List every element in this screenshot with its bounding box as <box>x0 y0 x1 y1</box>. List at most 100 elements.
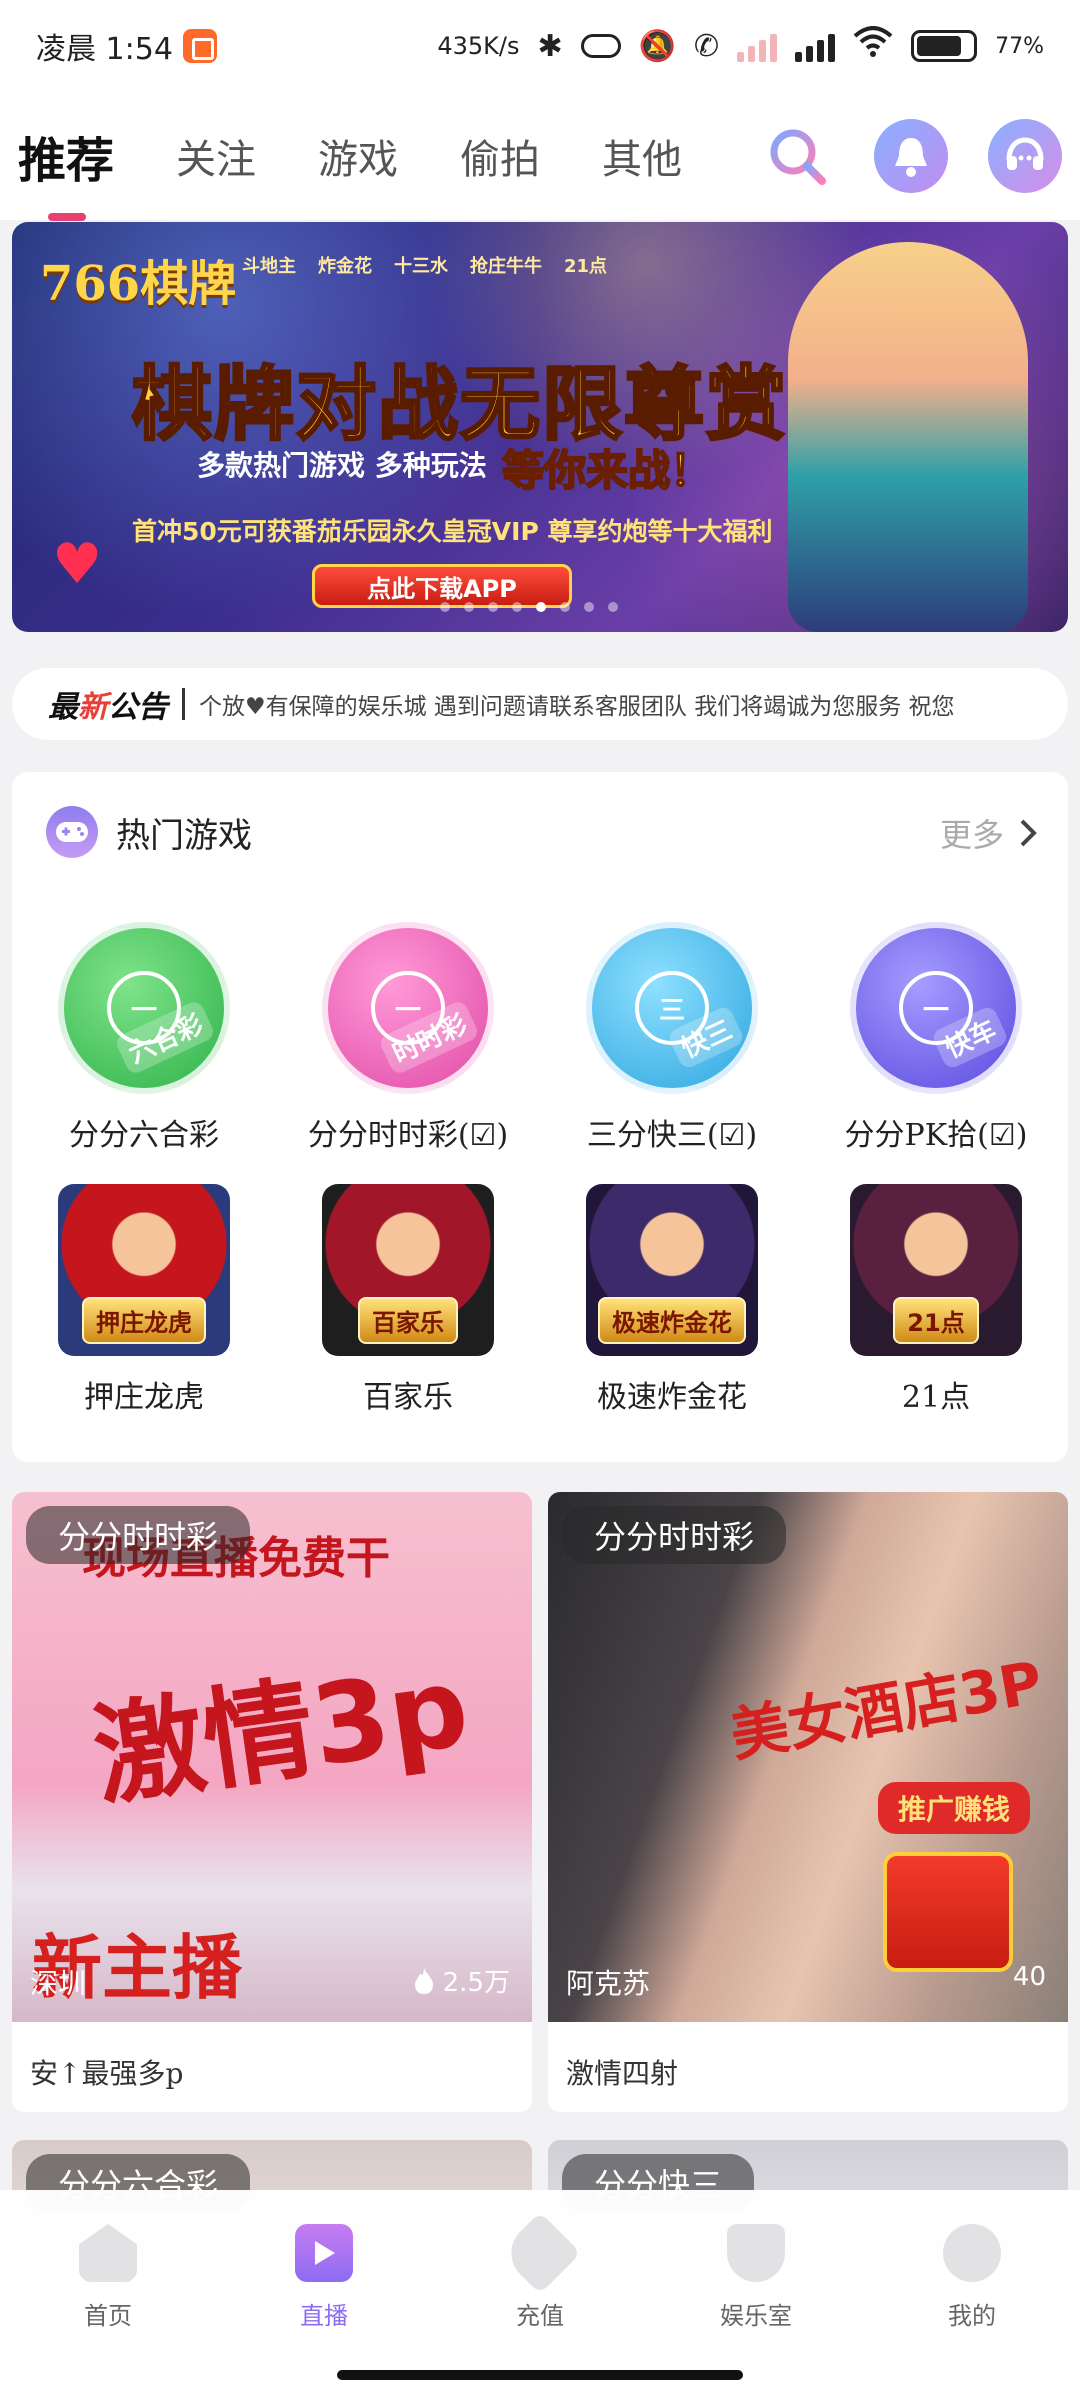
game-item[interactable]: 三 快三 三分快三(☑) <box>540 922 804 1154</box>
trophy-icon <box>727 2224 785 2282</box>
status-time-group: 凌晨 1:54 <box>36 24 217 68</box>
banner-tag: 抢庄牛牛 <box>470 256 542 277</box>
banner-tags: 斗地主 炸金花 十三水 抢庄牛牛 21点 <box>242 252 682 278</box>
announcement-label: 最新公告 <box>48 690 168 725</box>
game-item[interactable]: 押庄龙虎 押庄龙虎 <box>12 1184 276 1416</box>
vibrate-icon <box>580 34 621 58</box>
mute-icon: 🔕 <box>638 28 676 64</box>
tab-recommend[interactable]: 推荐 <box>18 121 114 221</box>
home-icon <box>79 2224 137 2282</box>
banner-tag: 21点 <box>564 256 608 277</box>
banner-tag: 斗地主 <box>242 256 296 277</box>
nav-label: 直播 <box>300 2302 348 2330</box>
lottery-logo-icon: 一 快车 <box>850 922 1022 1094</box>
carousel-dot[interactable] <box>608 602 618 612</box>
promo-badge: 推广赚钱 <box>878 1782 1031 1834</box>
game-item[interactable]: 一 快车 分分PK拾(☑) <box>804 922 1068 1154</box>
notification-button[interactable] <box>874 119 948 193</box>
live-caption: 安↑最强多p <box>30 2057 184 2090</box>
streamer-city: 阿克苏 <box>566 1967 651 2000</box>
nav-home[interactable]: 首页 <box>28 2224 188 2400</box>
game-cover-image: 极速炸金花 <box>586 1184 758 1356</box>
smile-icon <box>943 2224 1001 2282</box>
tv-play-icon <box>295 2224 353 2282</box>
streamer-city: 深圳 <box>30 1967 87 2000</box>
game-item[interactable]: 21点 21点 <box>804 1184 1068 1416</box>
lottery-logo-icon: 一 六合彩 <box>58 922 230 1094</box>
game-cover-image: 百家乐 <box>322 1184 494 1356</box>
support-icon <box>1006 137 1044 170</box>
game-name: 分分时时彩(☑) <box>307 1118 509 1153</box>
lottery-logo-icon: 一 时时彩 <box>322 922 494 1094</box>
flame-icon <box>414 1967 433 1994</box>
gamepad-icon <box>46 806 98 858</box>
live-caption: 激情四射 <box>566 2057 679 2090</box>
game-name: 极速炸金花 <box>597 1380 747 1415</box>
app-screen: 凌晨 1:54 435K/s ✱ 🔕 ✆ 77% 推荐 关注 游戏 偷拍 其他 <box>0 0 1080 2400</box>
promo-banner[interactable]: 766棋牌 斗地主 炸金花 十三水 抢庄牛牛 21点 棋牌对战无限尊赏 多款热门… <box>12 222 1068 632</box>
nav-profile[interactable]: 我的 <box>892 2224 1052 2400</box>
nav-label: 首页 <box>84 2302 132 2330</box>
viewer-count: 2.5万 <box>413 1962 510 1999</box>
game-name: 分分PK拾(☑) <box>844 1118 1028 1153</box>
game-name: 押庄龙虎 <box>84 1380 204 1415</box>
bluetooth-icon: ✱ <box>537 28 563 64</box>
games-grid: 一 六合彩 分分六合彩 一 时时彩 分分时时彩(☑) 三 快三 三分快三(☑) <box>12 922 1068 1416</box>
more-link[interactable]: 更多 <box>940 810 1038 856</box>
game-cover-image: 21点 <box>850 1184 1022 1356</box>
game-item[interactable]: 百家乐 百家乐 <box>276 1184 540 1416</box>
carousel-dot[interactable] <box>440 602 450 612</box>
live-card[interactable]: 美女酒店3P 推广赚钱 分分时时彩 阿克苏 40 激情四射 <box>548 1492 1068 2112</box>
announcement-text: 个放♥有保障的娱乐城 遇到问题请联系客服团队 我们将竭诚为您服务 祝您 <box>199 694 955 720</box>
game-name: 分分六合彩 <box>69 1118 219 1153</box>
banner-subtitle: 多款热门游戏 多种玩法 <box>197 449 487 482</box>
carousel-indicator <box>440 602 618 612</box>
status-time: 凌晨 1:54 <box>36 32 173 67</box>
nav-label: 娱乐室 <box>720 2302 792 2330</box>
carousel-dot[interactable] <box>560 602 570 612</box>
announcement-bar[interactable]: 最新公告 个放♥有保障的娱乐城 遇到问题请联系客服团队 我们将竭诚为您服务 祝您 <box>12 668 1068 740</box>
banner-tag: 十三水 <box>394 256 448 277</box>
live-card[interactable]: 现场直播免费干 激情3p 新主播 分分时时彩 深圳 2.5万 安↑最强多p <box>12 1492 532 2112</box>
home-indicator[interactable] <box>337 2370 743 2380</box>
nav-label: 充值 <box>516 2302 564 2330</box>
banner-slogan: 等你来战！ <box>501 445 713 496</box>
carousel-dot[interactable] <box>488 602 498 612</box>
banner-logo: 766棋牌 <box>40 256 237 312</box>
tab-sneak[interactable]: 偷拍 <box>460 127 540 185</box>
banner-promo-text: 首冲50元可获番茄乐园永久皇冠VIP 尊享约炮等十大福利 <box>132 517 773 546</box>
status-right: 435K/s ✱ 🔕 ✆ 77% <box>437 26 1044 66</box>
support-button[interactable] <box>988 119 1062 193</box>
game-name: 百家乐 <box>363 1380 453 1415</box>
banner-tag: 炸金花 <box>318 256 372 277</box>
tab-other[interactable]: 其他 <box>602 127 682 185</box>
call-icon: ✆ <box>693 28 720 64</box>
top-nav: 推荐 关注 游戏 偷拍 其他 <box>0 92 1080 221</box>
tab-games[interactable]: 游戏 <box>318 127 398 185</box>
more-label: 更多 <box>939 816 1004 854</box>
search-button[interactable] <box>760 119 834 193</box>
game-cover-image: 押庄龙虎 <box>58 1184 230 1356</box>
tab-follow[interactable]: 关注 <box>176 127 256 185</box>
game-name: 三分快三(☑) <box>586 1118 758 1153</box>
game-item[interactable]: 一 六合彩 分分六合彩 <box>12 922 276 1154</box>
carousel-dot[interactable] <box>464 602 474 612</box>
game-tag-pill: 分分时时彩 <box>26 1506 251 1564</box>
divider <box>182 688 185 720</box>
signal-icon-sim1 <box>795 30 836 62</box>
bell-icon <box>895 138 927 177</box>
carousel-dot[interactable] <box>584 602 594 612</box>
carousel-dot[interactable] <box>512 602 522 612</box>
carousel-dot-active[interactable] <box>536 602 546 612</box>
status-bar: 凌晨 1:54 435K/s ✱ 🔕 ✆ 77% <box>0 0 1080 92</box>
bottom-nav: 首页 直播 充值 娱乐室 我的 <box>0 2190 1080 2400</box>
red-envelope-icon <box>883 1852 1013 1972</box>
chevron-right-icon <box>1020 819 1037 847</box>
game-item[interactable]: 极速炸金花 极速炸金花 <box>540 1184 804 1416</box>
lottery-logo-icon: 三 快三 <box>586 922 758 1094</box>
game-item[interactable]: 一 时时彩 分分时时彩(☑) <box>276 922 540 1154</box>
network-speed: 435K/s <box>437 32 520 60</box>
battery-percent: 77% <box>995 33 1044 59</box>
game-tag-pill: 分分时时彩 <box>562 1506 787 1564</box>
hot-games-header: 热门游戏 <box>46 806 252 858</box>
